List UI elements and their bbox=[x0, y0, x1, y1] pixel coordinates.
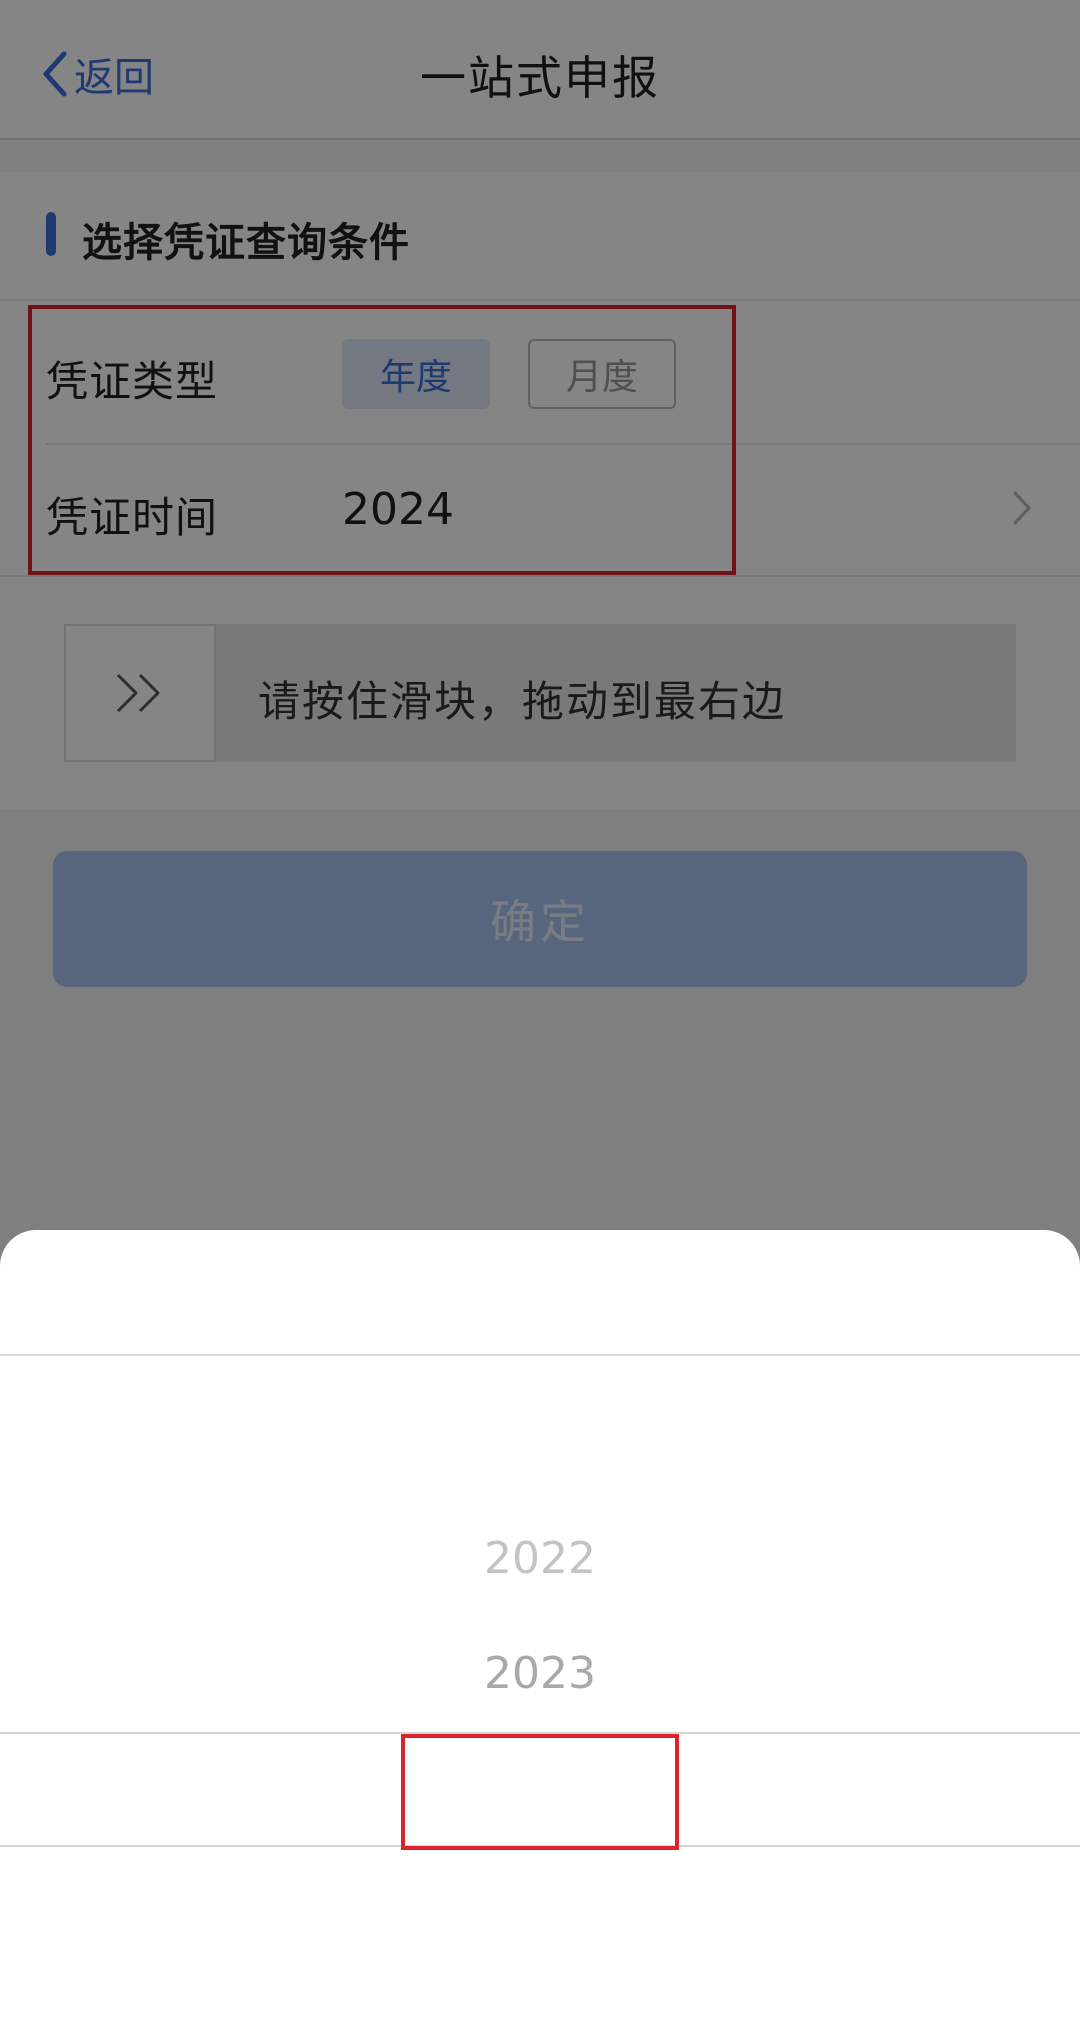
year-picker-sheet: 2022 2023 2024 bbox=[0, 1230, 1080, 2021]
picker-confirm-button[interactable] bbox=[924, 1266, 1036, 1356]
picker-cancel-button[interactable] bbox=[26, 1266, 138, 1356]
highlight-box-selected-year bbox=[401, 1734, 679, 1850]
picker-option[interactable]: 2023 bbox=[0, 1648, 1080, 1699]
picker-option[interactable]: 2022 bbox=[0, 1533, 1080, 1584]
picker-header-divider bbox=[0, 1354, 1080, 1356]
